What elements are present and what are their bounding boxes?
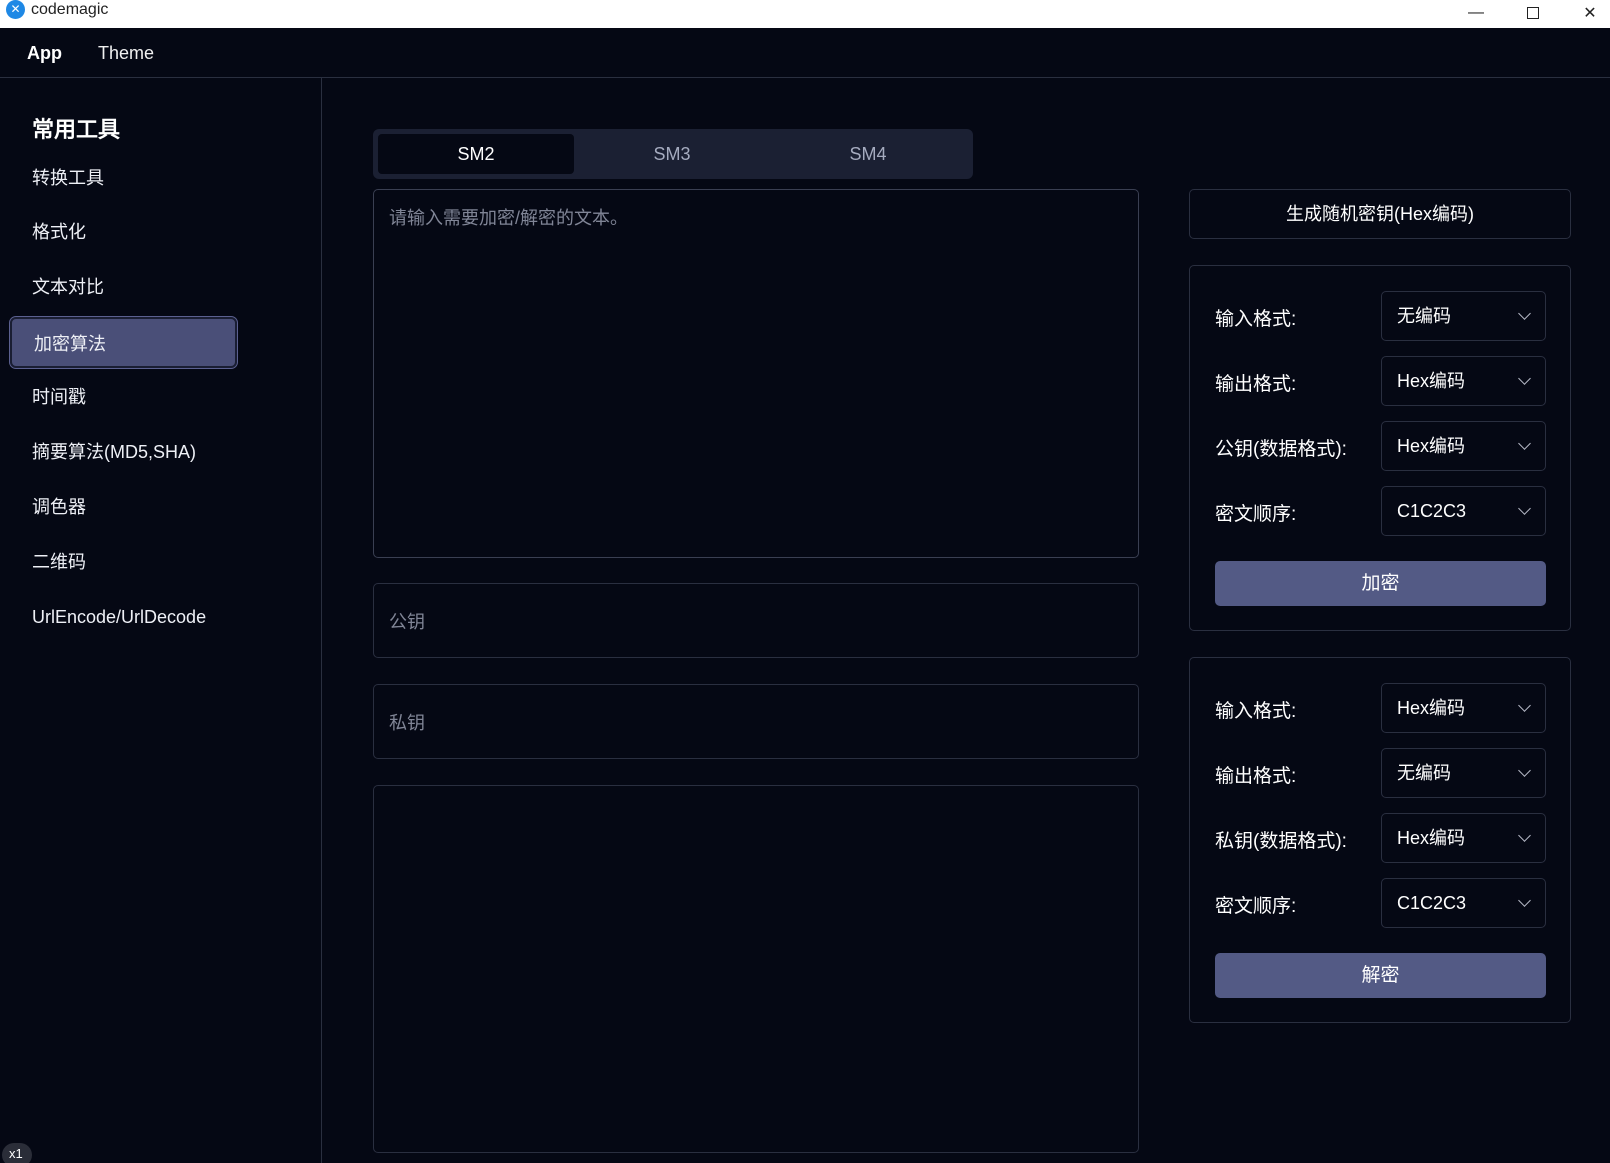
decrypt-output-format-select[interactable]: 无编码 [1381, 748, 1546, 798]
decrypt-button[interactable]: 解密 [1215, 953, 1546, 998]
encrypt-input-format-label: 输入格式: [1215, 309, 1297, 330]
decrypt-private-key-format-select[interactable]: Hex编码 [1381, 813, 1546, 863]
sidebar-item-qrcode[interactable]: 二维码 [10, 537, 237, 588]
chevron-down-icon [1518, 764, 1531, 777]
public-key-placeholder: 公钥 [389, 611, 425, 632]
select-value: 无编码 [1397, 306, 1451, 326]
chevron-down-icon [1518, 699, 1531, 712]
sidebar-item-label: 摘要算法(MD5,SHA) [32, 442, 197, 462]
sidebar-item-label: 格式化 [32, 222, 86, 242]
select-value: Hex编码 [1397, 436, 1466, 456]
sidebar-item-convert[interactable]: 转换工具 [10, 153, 237, 204]
sidebar-item-diff[interactable]: 文本对比 [10, 262, 237, 313]
decrypt-output-format-label: 输出格式: [1215, 766, 1297, 787]
maximize-icon [1527, 7, 1539, 19]
chevron-down-icon [1518, 437, 1531, 450]
decrypt-panel: 输入格式: Hex编码 输出格式: 无编码 私钥(数据格式): Hex编码 密文… [1189, 657, 1571, 1023]
sidebar-item-urlencode[interactable]: UrlEncode/UrlDecode [10, 592, 237, 643]
sidebar-heading: 常用工具 [32, 117, 121, 142]
chevron-down-icon [1518, 894, 1531, 907]
chevron-down-icon [1518, 307, 1531, 320]
sidebar-item-label: 二维码 [32, 552, 86, 572]
select-value: 无编码 [1397, 763, 1451, 783]
close-button[interactable]: ✕ [1568, 0, 1610, 26]
select-value: Hex编码 [1397, 371, 1466, 391]
tab-sm3[interactable]: SM3 [574, 134, 770, 174]
encrypt-output-format-label: 输出格式: [1215, 374, 1297, 395]
private-key-input[interactable]: 私钥 [373, 684, 1139, 759]
maximize-button[interactable] [1511, 0, 1555, 26]
decrypt-cipher-order-select[interactable]: C1C2C3 [1381, 878, 1546, 928]
select-value: C1C2C3 [1397, 893, 1467, 913]
decrypt-cipher-order-label: 密文顺序: [1215, 896, 1297, 917]
tab-sm4[interactable]: SM4 [770, 134, 966, 174]
encrypt-panel: 输入格式: 无编码 输出格式: Hex编码 公钥(数据格式): Hex编码 密文… [1189, 265, 1571, 631]
sidebar-item-label: 转换工具 [32, 168, 104, 188]
tab-sm2[interactable]: SM2 [378, 134, 574, 174]
public-key-input[interactable]: 公钥 [373, 583, 1139, 658]
sidebar: 常用工具 转换工具 格式化 文本对比 加密算法 时间戳 摘要算法(MD5,SHA… [0, 78, 322, 1163]
minimize-button[interactable]: — [1454, 0, 1498, 26]
select-value: C1C2C3 [1397, 501, 1467, 521]
select-value: Hex编码 [1397, 828, 1466, 848]
private-key-placeholder: 私钥 [389, 712, 425, 733]
sidebar-item-label: 加密算法 [34, 334, 106, 354]
select-value: Hex编码 [1397, 698, 1466, 718]
decrypt-input-format-label: 输入格式: [1215, 701, 1297, 722]
encrypt-output-format-select[interactable]: Hex编码 [1381, 356, 1546, 406]
sidebar-item-label: 时间戳 [32, 387, 86, 407]
decrypt-private-key-format-label: 私钥(数据格式): [1215, 831, 1347, 852]
menu-bar: App Theme [0, 28, 1610, 78]
sidebar-item-label: 文本对比 [32, 277, 104, 297]
encrypt-public-key-format-select[interactable]: Hex编码 [1381, 421, 1546, 471]
sidebar-item-label: 调色器 [32, 497, 86, 517]
chevron-down-icon [1518, 502, 1531, 515]
encrypt-cipher-order-label: 密文顺序: [1215, 504, 1297, 525]
menu-app[interactable]: App [27, 43, 62, 64]
app-logo-icon: ✕ [6, 0, 25, 19]
chevron-down-icon [1518, 372, 1531, 385]
decrypt-input-format-select[interactable]: Hex编码 [1381, 683, 1546, 733]
encrypt-cipher-order-select[interactable]: C1C2C3 [1381, 486, 1546, 536]
plaintext-input[interactable]: 请输入需要加密/解密的文本。 [373, 189, 1139, 558]
encrypt-input-format-select[interactable]: 无编码 [1381, 291, 1546, 341]
chevron-down-icon [1518, 829, 1531, 842]
title-bar: ✕ codemagic — ✕ [0, 0, 1610, 28]
sidebar-item-digest[interactable]: 摘要算法(MD5,SHA) [10, 427, 237, 478]
encrypt-public-key-format-label: 公钥(数据格式): [1215, 439, 1347, 460]
zoom-badge[interactable]: x1 [2, 1143, 32, 1163]
sidebar-item-crypto[interactable]: 加密算法 [9, 316, 238, 369]
sidebar-item-color[interactable]: 调色器 [10, 482, 237, 533]
sidebar-item-label: UrlEncode/UrlDecode [32, 607, 207, 627]
menu-theme[interactable]: Theme [98, 43, 154, 64]
generate-key-button[interactable]: 生成随机密钥(Hex编码) [1189, 189, 1571, 239]
sidebar-item-format[interactable]: 格式化 [10, 207, 237, 258]
algorithm-tabs: SM2 SM3 SM4 [373, 129, 973, 179]
encrypt-button[interactable]: 加密 [1215, 561, 1546, 606]
result-output[interactable] [373, 785, 1139, 1153]
sidebar-item-timestamp[interactable]: 时间戳 [10, 372, 237, 423]
window-title: codemagic [31, 1, 109, 18]
